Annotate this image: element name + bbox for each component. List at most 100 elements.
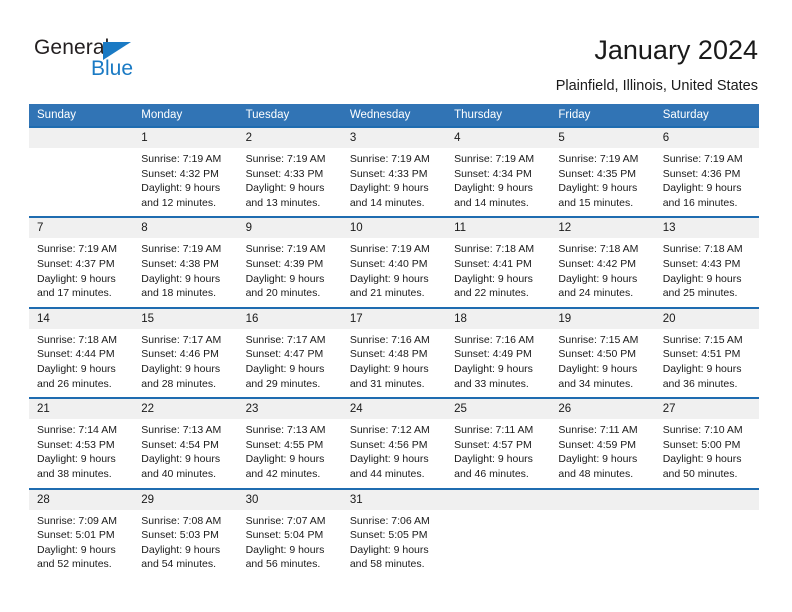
day-info-line: Daylight: 9 hours bbox=[245, 362, 325, 375]
weekday-header-sunday: Sunday bbox=[29, 104, 134, 126]
day-info-line: Daylight: 9 hours bbox=[141, 272, 221, 285]
day-cell-20[interactable]: Sunrise: 7:15 AM Sunset: 4:51 PM Daylight:… bbox=[654, 328, 759, 398]
day-number-12[interactable]: 12 bbox=[550, 218, 655, 239]
day-cell-23[interactable]: Sunrise: 7:13 AM Sunset: 4:55 PM Daylight:… bbox=[237, 419, 342, 488]
day-number-27[interactable]: 27 bbox=[654, 399, 759, 420]
day-cell-empty bbox=[550, 509, 655, 578]
day-cell-15[interactable]: Sunrise: 7:17 AM Sunset: 4:46 PM Daylight:… bbox=[133, 328, 238, 398]
day-info-line: and 14 minutes. bbox=[454, 196, 529, 209]
weekday-header-monday: Monday bbox=[133, 104, 238, 126]
day-cell-12[interactable]: Sunrise: 7:18 AM Sunset: 4:42 PM Daylight:… bbox=[550, 238, 655, 307]
day-info-line: Sunrise: 7:18 AM bbox=[662, 243, 743, 256]
day-number-10[interactable]: 10 bbox=[341, 218, 447, 239]
day-number-9[interactable]: 9 bbox=[237, 218, 342, 239]
day-cell-6[interactable]: Sunrise: 7:19 AM Sunset: 4:36 PM Daylight:… bbox=[654, 148, 759, 217]
day-info-line: Sunrise: 7:19 AM bbox=[349, 243, 430, 256]
day-cell-7[interactable]: Sunrise: 7:19 AM Sunset: 4:37 PM Daylight:… bbox=[29, 238, 134, 307]
day-cell-28[interactable]: Sunrise: 7:09 AM Sunset: 5:01 PM Daylight:… bbox=[29, 509, 134, 578]
day-number-31[interactable]: 31 bbox=[341, 489, 447, 510]
day-number-13[interactable]: 13 bbox=[654, 218, 759, 239]
day-number-4[interactable]: 4 bbox=[446, 128, 551, 148]
day-number-5[interactable]: 5 bbox=[550, 128, 655, 148]
day-cell-21[interactable]: Sunrise: 7:14 AM Sunset: 4:53 PM Daylight:… bbox=[29, 419, 134, 488]
weekday-header-tuesday: Tuesday bbox=[237, 104, 342, 126]
day-number-26[interactable]: 26 bbox=[550, 399, 655, 420]
day-info-line: Daylight: 9 hours bbox=[454, 182, 533, 195]
day-number-20[interactable]: 20 bbox=[654, 308, 759, 329]
calendar-body: 1 2 3 4 5 6 Sunrise: 7:19 AM Sunset: 4:32 PM Day… bbox=[29, 126, 759, 578]
day-info-line: Daylight: 9 hours bbox=[662, 362, 742, 375]
day-cell-2[interactable]: Sunrise: 7:19 AM Sunset: 4:33 PM Daylight:… bbox=[237, 148, 342, 217]
day-number-25[interactable]: 25 bbox=[446, 399, 551, 420]
day-cell-9[interactable]: Sunrise: 7:19 AM Sunset: 4:39 PM Daylight:… bbox=[237, 238, 342, 307]
day-detail-row: Sunrise: 7:19 AM Sunset: 4:32 PM Daylight:… bbox=[29, 148, 759, 217]
day-info-line: Daylight: 9 hours bbox=[349, 453, 429, 466]
day-info-line: and 40 minutes. bbox=[141, 467, 216, 480]
day-number-28[interactable]: 28 bbox=[29, 489, 134, 510]
day-cell-14[interactable]: Sunrise: 7:18 AM Sunset: 4:44 PM Daylight:… bbox=[29, 328, 134, 398]
day-number-8[interactable]: 8 bbox=[133, 218, 238, 239]
day-cell-17[interactable]: Sunrise: 7:16 AM Sunset: 4:48 PM Daylight:… bbox=[341, 328, 447, 398]
day-info-line: Sunset: 4:38 PM bbox=[141, 257, 219, 270]
day-number-29[interactable]: 29 bbox=[133, 489, 238, 510]
day-number-14[interactable]: 14 bbox=[29, 308, 134, 329]
day-cell-29[interactable]: Sunrise: 7:08 AM Sunset: 5:03 PM Daylight:… bbox=[133, 509, 238, 578]
day-cell-8[interactable]: Sunrise: 7:19 AM Sunset: 4:38 PM Daylight:… bbox=[133, 238, 238, 307]
day-number-24[interactable]: 24 bbox=[341, 399, 447, 420]
day-info-line: Sunset: 4:33 PM bbox=[245, 167, 324, 180]
day-cell-25[interactable]: Sunrise: 7:11 AM Sunset: 4:57 PM Daylight:… bbox=[446, 419, 551, 488]
day-number-21[interactable]: 21 bbox=[29, 399, 134, 420]
day-cell-18[interactable]: Sunrise: 7:16 AM Sunset: 4:49 PM Daylight:… bbox=[446, 328, 551, 398]
day-number-19[interactable]: 19 bbox=[550, 308, 655, 329]
day-info-line: and 29 minutes. bbox=[245, 377, 321, 390]
day-cell-24[interactable]: Sunrise: 7:12 AM Sunset: 4:56 PM Daylight:… bbox=[341, 419, 447, 488]
day-info-line: Sunrise: 7:17 AM bbox=[141, 333, 222, 346]
day-number-7[interactable]: 7 bbox=[29, 218, 134, 239]
day-info-line: Sunrise: 7:15 AM bbox=[662, 333, 743, 346]
day-info-line: Sunrise: 7:19 AM bbox=[454, 153, 535, 165]
day-info-line: and 14 minutes. bbox=[349, 196, 425, 209]
day-info-line: and 28 minutes. bbox=[141, 377, 216, 390]
day-cell-1[interactable]: Sunrise: 7:19 AM Sunset: 4:32 PM Daylight:… bbox=[133, 148, 238, 217]
day-cell-22[interactable]: Sunrise: 7:13 AM Sunset: 4:54 PM Daylight:… bbox=[133, 419, 238, 488]
day-number-11[interactable]: 11 bbox=[446, 218, 551, 239]
brand-logo[interactable]: General Blue bbox=[34, 36, 204, 88]
day-number-30[interactable]: 30 bbox=[237, 489, 342, 510]
page-subtitle: Plainfield, Illinois, United States bbox=[555, 78, 758, 94]
day-number-16[interactable]: 16 bbox=[237, 308, 342, 329]
day-number-2[interactable]: 2 bbox=[237, 128, 342, 148]
day-number-22[interactable]: 22 bbox=[133, 399, 238, 420]
day-info-line: Daylight: 9 hours bbox=[37, 453, 116, 466]
day-info-line: Sunrise: 7:15 AM bbox=[558, 333, 639, 346]
day-cell-27[interactable]: Sunrise: 7:10 AM Sunset: 5:00 PM Daylight:… bbox=[654, 419, 759, 488]
day-number-3[interactable]: 3 bbox=[341, 128, 447, 148]
day-cell-5[interactable]: Sunrise: 7:19 AM Sunset: 4:35 PM Daylight:… bbox=[550, 148, 655, 217]
day-number-18[interactable]: 18 bbox=[446, 308, 551, 329]
day-number-23[interactable]: 23 bbox=[237, 399, 342, 420]
day-cell-4[interactable]: Sunrise: 7:19 AM Sunset: 4:34 PM Daylight:… bbox=[446, 148, 551, 217]
page-title: January 2024 bbox=[594, 35, 758, 65]
day-cell-10[interactable]: Sunrise: 7:19 AM Sunset: 4:40 PM Daylight:… bbox=[341, 238, 447, 307]
day-number-6[interactable]: 6 bbox=[654, 128, 759, 148]
calendar-table: Sunday Monday Tuesday Wednesday Thursday Frid… bbox=[29, 104, 759, 578]
day-cell-13[interactable]: Sunrise: 7:18 AM Sunset: 4:43 PM Daylight:… bbox=[654, 238, 759, 307]
day-number-1[interactable]: 1 bbox=[133, 128, 238, 148]
day-number-17[interactable]: 17 bbox=[341, 308, 447, 329]
day-info-line: Sunset: 4:57 PM bbox=[454, 438, 532, 451]
day-number-empty bbox=[654, 489, 759, 510]
day-cell-19[interactable]: Sunrise: 7:15 AM Sunset: 4:50 PM Daylight:… bbox=[550, 328, 655, 398]
day-cell-11[interactable]: Sunrise: 7:18 AM Sunset: 4:41 PM Daylight:… bbox=[446, 238, 551, 307]
day-info-line: Daylight: 9 hours bbox=[558, 182, 638, 195]
day-cell-30[interactable]: Sunrise: 7:07 AM Sunset: 5:04 PM Daylight:… bbox=[237, 509, 342, 578]
day-info-line: Sunrise: 7:13 AM bbox=[245, 424, 326, 437]
day-cell-31[interactable]: Sunrise: 7:06 AM Sunset: 5:05 PM Daylight:… bbox=[341, 509, 447, 578]
day-cell-16[interactable]: Sunrise: 7:17 AM Sunset: 4:47 PM Daylight:… bbox=[237, 328, 342, 398]
day-info-line: Sunrise: 7:18 AM bbox=[454, 243, 535, 256]
day-number-15[interactable]: 15 bbox=[133, 308, 238, 329]
day-info-line: Sunset: 5:04 PM bbox=[245, 529, 324, 542]
day-info-line: and 31 minutes. bbox=[349, 377, 425, 390]
day-info-line: Daylight: 9 hours bbox=[662, 272, 742, 285]
day-info-line: and 25 minutes. bbox=[662, 287, 738, 300]
day-cell-3[interactable]: Sunrise: 7:19 AM Sunset: 4:33 PM Daylight:… bbox=[341, 148, 447, 217]
day-cell-26[interactable]: Sunrise: 7:11 AM Sunset: 4:59 PM Daylight:… bbox=[550, 419, 655, 488]
